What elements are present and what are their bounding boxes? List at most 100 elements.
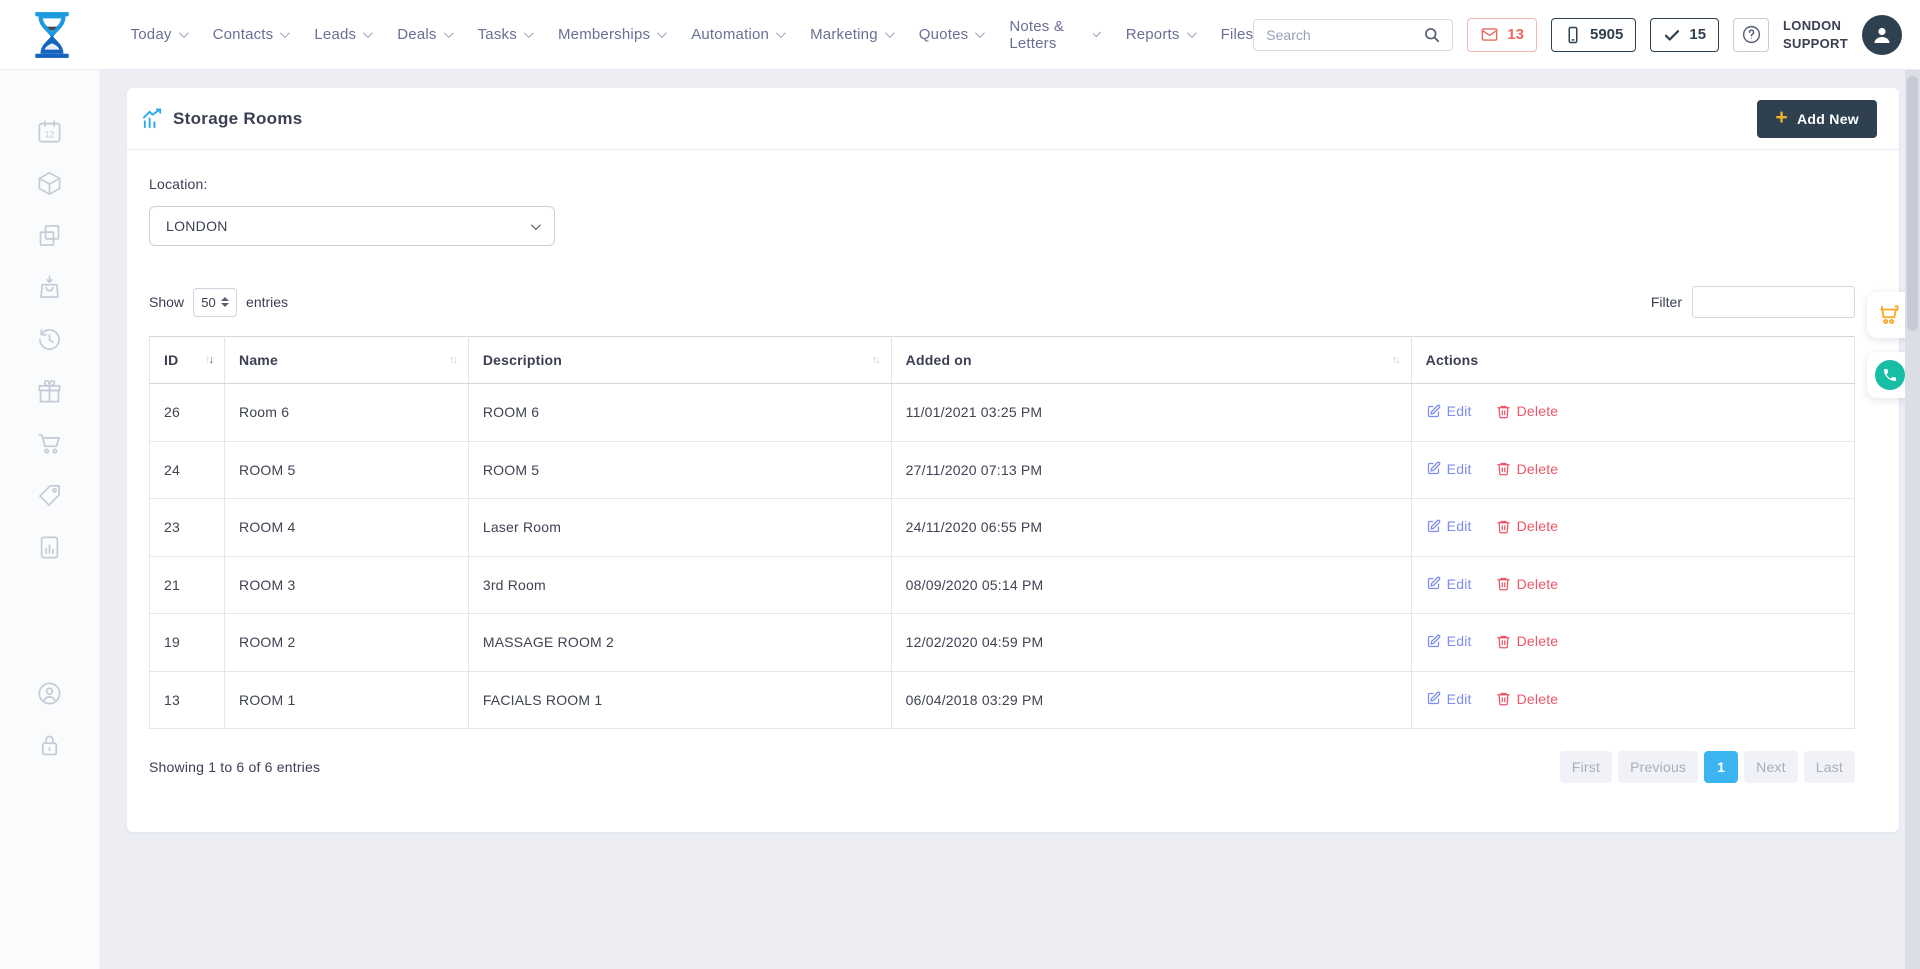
page-length-group: Show 50 entries	[149, 288, 288, 317]
pagination-page-1[interactable]: 1	[1704, 751, 1738, 783]
pagination-last[interactable]: Last	[1804, 751, 1855, 783]
edit-label: Edit	[1447, 461, 1472, 477]
pagination-previous[interactable]: Previous	[1618, 751, 1698, 783]
delete-button[interactable]: Delete	[1496, 518, 1559, 534]
table-row: 23ROOM 4Laser Room24/11/2020 06:55 PMEdi…	[150, 499, 1855, 557]
cell-id: 21	[150, 556, 225, 614]
card-body: Location: LONDON Show 50 entries	[127, 150, 1899, 811]
cell-added-on: 27/11/2020 07:13 PM	[891, 441, 1411, 499]
column-header-name[interactable]: Name↑↓	[225, 337, 469, 384]
delete-button[interactable]: Delete	[1496, 691, 1559, 707]
nav-item-memberships[interactable]: Memberships	[558, 26, 664, 43]
cell-name: Room 6	[225, 384, 469, 442]
column-label: Description	[483, 352, 562, 368]
nav-item-notes-letters[interactable]: Notes & Letters	[1009, 18, 1098, 52]
extension-badge[interactable]: 5905	[1551, 18, 1636, 52]
edit-button[interactable]: Edit	[1426, 518, 1472, 534]
nav-item-leads[interactable]: Leads	[314, 26, 370, 43]
chevron-down-icon	[531, 220, 541, 230]
edit-label: Edit	[1447, 633, 1472, 649]
scrollbar-thumb[interactable]	[1907, 76, 1918, 331]
add-new-button[interactable]: + Add New	[1757, 100, 1877, 138]
cell-description: ROOM 6	[468, 384, 891, 442]
table-controls: Show 50 entries Filter	[149, 286, 1855, 318]
tasks-count: 15	[1689, 26, 1706, 43]
app-logo[interactable]	[26, 8, 79, 62]
edit-button[interactable]: Edit	[1426, 576, 1472, 592]
edit-button[interactable]: Edit	[1426, 461, 1472, 477]
edit-button[interactable]: Edit	[1426, 633, 1472, 649]
column-header-added-on[interactable]: Added on↑↓	[891, 337, 1411, 384]
lock-icon	[36, 732, 63, 759]
messages-badge[interactable]: 13	[1467, 18, 1537, 52]
filter-input[interactable]	[1692, 286, 1855, 318]
page-length-select[interactable]: 50	[193, 288, 237, 317]
sidebar-item-rooms[interactable]	[36, 222, 63, 249]
history-icon	[36, 326, 63, 353]
nav-label: Contacts	[213, 26, 274, 43]
pagination-next[interactable]: Next	[1744, 751, 1798, 783]
column-header-id[interactable]: ID↑↓	[150, 337, 225, 384]
cell-id: 23	[150, 499, 225, 557]
table-row: 19ROOM 2MASSAGE ROOM 212/02/2020 04:59 P…	[150, 614, 1855, 672]
pagination-first[interactable]: First	[1560, 751, 1612, 783]
global-search	[1253, 19, 1453, 51]
sidebar-item-gift-cards[interactable]	[36, 378, 63, 405]
delete-button[interactable]: Delete	[1496, 576, 1559, 592]
cell-id: 24	[150, 441, 225, 499]
gift-icon	[36, 378, 63, 405]
sidebar-item-account[interactable]	[36, 680, 63, 707]
delete-button[interactable]: Delete	[1496, 461, 1559, 477]
cell-id: 19	[150, 614, 225, 672]
edit-button[interactable]: Edit	[1426, 691, 1472, 707]
edit-icon	[1426, 461, 1441, 476]
nav-item-today[interactable]: Today	[131, 26, 186, 43]
edit-icon	[1426, 519, 1441, 534]
help-button[interactable]	[1733, 18, 1769, 52]
location-select[interactable]: LONDON	[149, 206, 555, 246]
nav-item-marketing[interactable]: Marketing	[810, 26, 892, 43]
cell-description: ROOM 5	[468, 441, 891, 499]
delete-label: Delete	[1517, 403, 1559, 419]
delete-label: Delete	[1517, 576, 1559, 592]
plus-icon: +	[1775, 107, 1788, 128]
sidebar-item-discounts[interactable]	[36, 482, 63, 509]
nav-item-files[interactable]: Files	[1221, 26, 1254, 43]
extension-number: 5905	[1590, 26, 1623, 43]
search-input[interactable]	[1266, 27, 1420, 43]
nav-item-automation[interactable]: Automation	[691, 26, 783, 43]
delete-button[interactable]: Delete	[1496, 633, 1559, 649]
sidebar-item-shop[interactable]	[36, 430, 63, 457]
nav-item-reports[interactable]: Reports	[1126, 26, 1194, 43]
sidebar-item-security[interactable]	[36, 732, 63, 759]
vertical-scrollbar[interactable]	[1905, 70, 1920, 969]
column-header-description[interactable]: Description↑↓	[468, 337, 891, 384]
page-length-value: 50	[201, 295, 215, 310]
table-row: 26Room 6ROOM 611/01/2021 03:25 PMEditDel…	[150, 384, 1855, 442]
sidebar-item-purchases[interactable]	[36, 274, 63, 301]
nav-item-quotes[interactable]: Quotes	[919, 26, 983, 43]
edit-button[interactable]: Edit	[1426, 403, 1472, 419]
cell-name: ROOM 3	[225, 556, 469, 614]
nav-item-deals[interactable]: Deals	[397, 26, 450, 43]
chevron-down-icon	[1187, 28, 1197, 38]
cell-description: 3rd Room	[468, 556, 891, 614]
main-content: Storage Rooms + Add New Location: LONDON…	[100, 70, 1920, 969]
sidebar-item-history[interactable]	[36, 326, 63, 353]
tasks-badge[interactable]: 15	[1650, 18, 1719, 52]
cell-description: MASSAGE ROOM 2	[468, 614, 891, 672]
sidebar-item-calendar[interactable]: 12	[36, 118, 63, 145]
sidebar-item-products[interactable]	[36, 170, 63, 197]
nav-item-contacts[interactable]: Contacts	[213, 26, 288, 43]
search-button[interactable]	[1420, 23, 1444, 47]
chevron-down-icon	[657, 28, 667, 38]
add-new-label: Add New	[1797, 111, 1859, 127]
avatar[interactable]	[1862, 15, 1902, 55]
chevron-down-icon	[1093, 29, 1102, 38]
sidebar-item-reports[interactable]	[36, 534, 63, 561]
nav-item-tasks[interactable]: Tasks	[478, 26, 531, 43]
delete-button[interactable]: Delete	[1496, 403, 1559, 419]
chevron-down-icon	[280, 28, 290, 38]
layers-icon	[36, 222, 63, 249]
nav-label: Memberships	[558, 26, 650, 43]
